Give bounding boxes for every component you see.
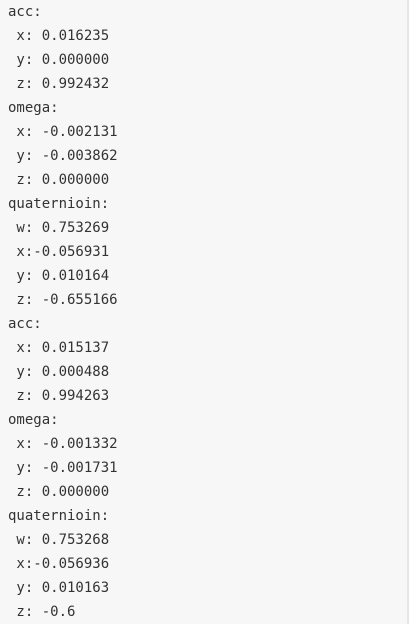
console-line: y: -0.003862 (8, 148, 118, 164)
console-line: y: 0.010164 (8, 268, 110, 284)
console-line: y: -0.001731 (8, 460, 118, 476)
console-line: w: 0.753268 (8, 532, 110, 548)
console-line: acc: (8, 316, 42, 332)
console-line: z: 0.000000 (8, 484, 110, 500)
console-line: x: 0.016235 (8, 28, 110, 44)
console-line: z: -0.655166 (8, 292, 118, 308)
console-line: z: 0.992432 (8, 76, 110, 92)
console-line: z: -0.6 (8, 604, 76, 620)
console-line: y: 0.010163 (8, 580, 110, 596)
console-line: omega: (8, 412, 59, 428)
console-line: x: -0.002131 (8, 124, 118, 140)
console-line: quaternioin: (8, 508, 110, 524)
console-line: x:-0.056936 (8, 556, 110, 572)
console-line: acc: (8, 4, 42, 20)
console-line: z: 0.000000 (8, 172, 110, 188)
console-line: z: 0.994263 (8, 388, 110, 404)
console-line: quaternioin: (8, 196, 110, 212)
console-line: x: 0.015137 (8, 340, 110, 356)
console-output: acc: x: 0.016235 y: 0.000000 z: 0.992432… (0, 0, 409, 624)
console-line: omega: (8, 100, 59, 116)
console-line: y: 0.000488 (8, 364, 110, 380)
console-line: x:-0.056931 (8, 244, 110, 260)
console-line: x: -0.001332 (8, 436, 118, 452)
console-line: w: 0.753269 (8, 220, 110, 236)
console-line: y: 0.000000 (8, 52, 110, 68)
